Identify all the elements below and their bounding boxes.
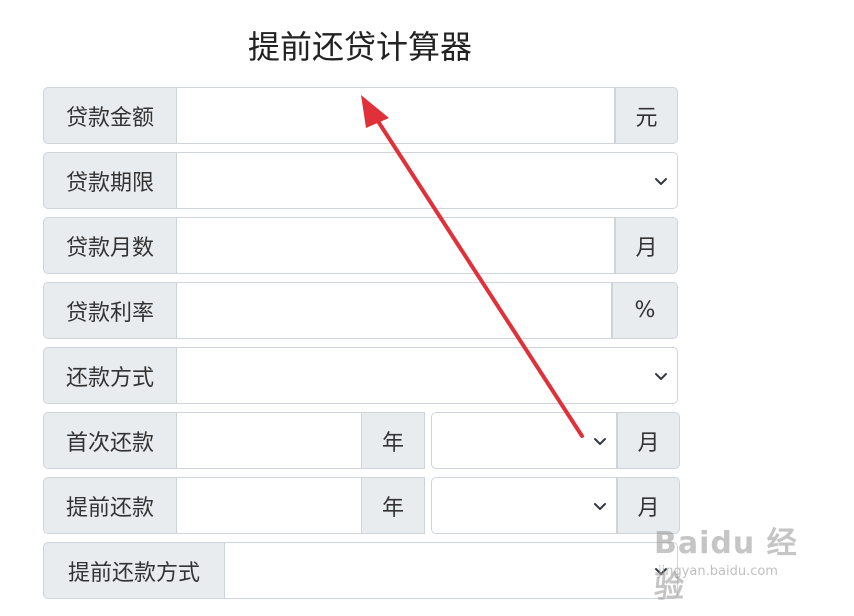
loan-term-label: 贷款期限 xyxy=(43,152,177,209)
first-repayment-year-unit: 年 xyxy=(362,412,425,469)
loan-amount-label: 贷款金额 xyxy=(43,87,177,144)
prepayment-year-unit: 年 xyxy=(362,477,425,534)
first-repayment-year-input[interactable] xyxy=(177,412,362,469)
prepayment-month-select[interactable] xyxy=(431,477,617,534)
first-repayment-label: 首次还款 xyxy=(43,412,177,469)
first-repayment-month-select[interactable] xyxy=(431,412,617,469)
loan-months-row: 贷款月数 月 xyxy=(43,217,678,274)
prepayment-method-row: 提前还款方式 xyxy=(43,542,678,599)
chevron-down-icon xyxy=(594,437,606,445)
repayment-method-label: 还款方式 xyxy=(43,347,177,404)
loan-term-row: 贷款期限 xyxy=(43,152,678,209)
loan-rate-label: 贷款利率 xyxy=(43,282,177,339)
chevron-down-icon xyxy=(655,372,667,380)
chevron-down-icon xyxy=(655,177,667,185)
loan-months-input[interactable] xyxy=(177,217,615,274)
loan-months-label: 贷款月数 xyxy=(43,217,177,274)
repayment-method-select[interactable] xyxy=(177,347,678,404)
prepayment-month-unit: 月 xyxy=(617,477,680,534)
loan-rate-unit: % xyxy=(612,282,678,339)
loan-amount-input[interactable] xyxy=(177,87,615,144)
loan-rate-row: 贷款利率 % xyxy=(43,282,678,339)
repayment-method-row: 还款方式 xyxy=(43,347,678,404)
loan-rate-input[interactable] xyxy=(177,282,612,339)
prepayment-year-input[interactable] xyxy=(177,477,362,534)
loan-term-select[interactable] xyxy=(177,152,678,209)
first-repayment-row: 首次还款 年 月 xyxy=(43,412,680,469)
chevron-down-icon xyxy=(594,502,606,510)
prepayment-label: 提前还款 xyxy=(43,477,177,534)
prepayment-method-label: 提前还款方式 xyxy=(43,542,225,599)
page-title: 提前还贷计算器 xyxy=(247,28,472,66)
first-repayment-month-unit: 月 xyxy=(617,412,680,469)
prepayment-row: 提前还款 年 月 xyxy=(43,477,680,534)
loan-months-unit: 月 xyxy=(615,217,678,274)
prepayment-method-select[interactable] xyxy=(225,542,678,599)
loan-amount-unit: 元 xyxy=(615,87,678,144)
loan-amount-row: 贷款金额 元 xyxy=(43,87,678,144)
chevron-down-icon xyxy=(655,567,667,575)
